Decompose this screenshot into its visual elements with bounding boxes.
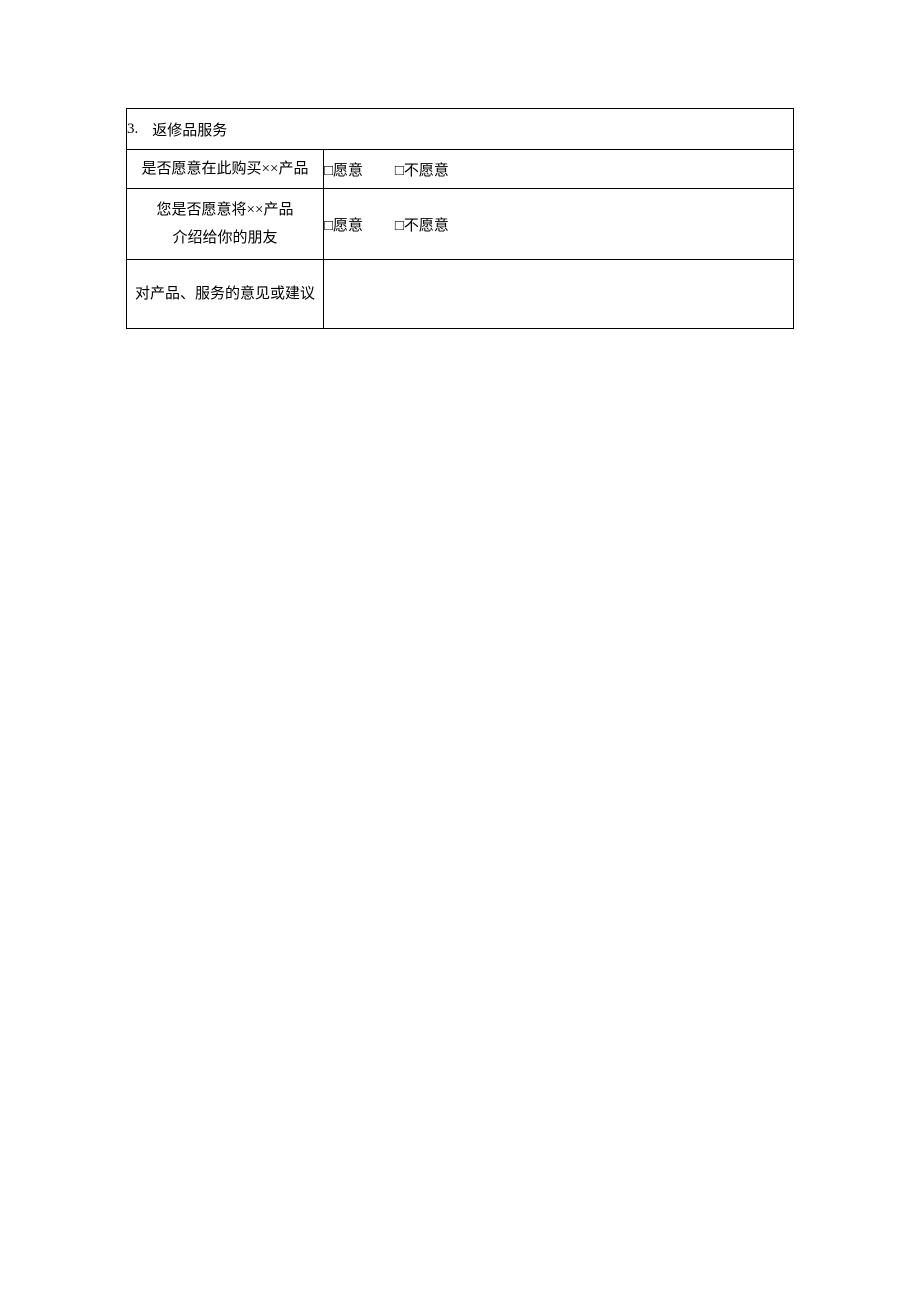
section-number: 3. [127,121,138,138]
section-title: 返修品服务 [152,119,227,140]
survey-table: 3. 返修品服务 是否愿意在此购买××产品 □愿意 □不愿意 您是否愿意将××产… [126,108,794,329]
row-options-cell[interactable] [324,260,794,329]
row-label: 您是否愿意将××产品 介绍给你的朋友 [127,189,324,260]
row-label-line-1: 您是否愿意将××产品 [127,196,323,225]
section-header-content: 3. 返修品服务 [127,119,793,140]
row-label-line-2: 介绍给你的朋友 [127,224,323,253]
section-header-cell: 3. 返修品服务 [127,109,794,150]
row-label: 对产品、服务的意见或建议 [127,260,324,329]
checkbox-option-willing[interactable]: □愿意 [324,159,363,180]
row-label: 是否愿意在此购买××产品 [127,150,324,189]
checkbox-option-unwilling[interactable]: □不愿意 [395,159,449,180]
table-row: 是否愿意在此购买××产品 □愿意 □不愿意 [127,150,794,189]
row-options-cell: □愿意 □不愿意 [324,189,794,260]
row-options-cell: □愿意 □不愿意 [324,150,794,189]
table-row: 您是否愿意将××产品 介绍给你的朋友 □愿意 □不愿意 [127,189,794,260]
page: 3. 返修品服务 是否愿意在此购买××产品 □愿意 □不愿意 您是否愿意将××产… [0,0,920,1302]
checkbox-option-willing[interactable]: □愿意 [324,214,363,235]
table-row: 对产品、服务的意见或建议 [127,260,794,329]
section-header-row: 3. 返修品服务 [127,109,794,150]
checkbox-option-unwilling[interactable]: □不愿意 [395,214,449,235]
